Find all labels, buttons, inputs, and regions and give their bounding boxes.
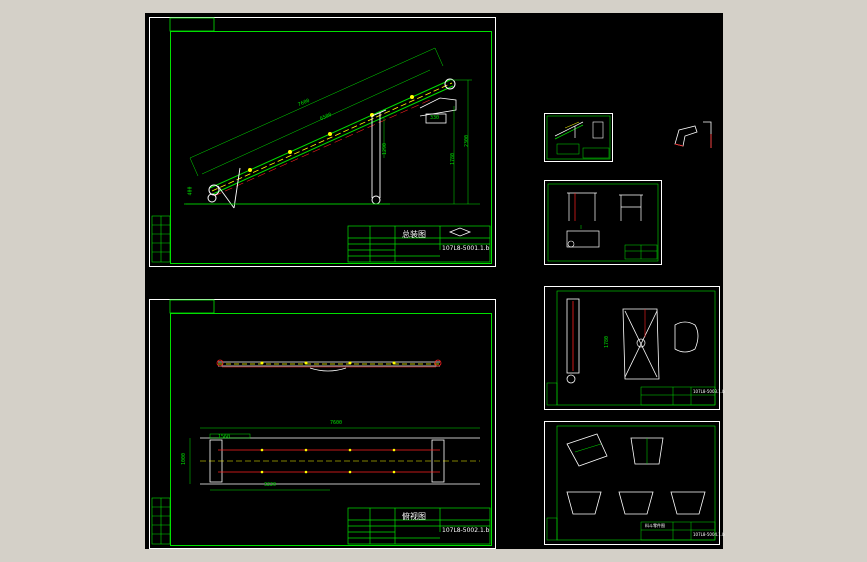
drawing-number: 107L8-5003.1.b <box>693 389 725 394</box>
sheet-top-view: 7600 3220 1000 1560 俯视图 107L8-5002.1.b <box>149 299 496 549</box>
dim-height-2: 1780 <box>450 152 457 166</box>
dim-base-height: 400 <box>187 186 194 196</box>
sheet-title: 总装图 <box>402 230 426 239</box>
dim-width-1: 1290 <box>382 142 389 156</box>
dim-width-3: 330 <box>430 115 440 121</box>
sheet-title: 俯视图 <box>402 512 426 521</box>
sheet-part-views <box>544 180 662 265</box>
sheet-thumbnail-assembly <box>544 113 613 162</box>
sheet-general-assembly: 7600 6500 2300 1780 1290 330 400 总装图 107… <box>149 17 496 267</box>
dim-span: 3220 <box>264 482 277 488</box>
top-view-drawing <box>151 299 491 545</box>
drawing-number: 107L8-5001.1.b <box>442 245 490 252</box>
sheet-title: 料斗零件图 <box>645 523 665 528</box>
rear-wheel <box>371 195 381 205</box>
belt-center-line <box>211 82 453 192</box>
cad-canvas[interactable]: 7600 6500 2300 1780 1290 330 400 总装图 107… <box>145 13 725 549</box>
thumbnail-drawing <box>546 115 611 160</box>
front-wheel <box>207 193 217 203</box>
sheet-frame: 1780 107L8-5003.1.b <box>544 286 725 410</box>
part-views-drawing <box>547 183 659 262</box>
hopper-drawing <box>546 425 716 541</box>
dim-height-2: 1780 <box>604 335 611 349</box>
sheet-hopper: 料斗零件图 107L8-5004.1.b <box>544 421 725 545</box>
bracket-part-view <box>674 121 712 148</box>
drawing-number: 107L8-5002.1.b <box>442 527 490 534</box>
drawing-number: 107L8-5004.1.b <box>693 532 725 537</box>
side-view-drawing <box>151 17 491 263</box>
company-logo <box>448 227 472 237</box>
dim-overall-length: 7600 <box>330 420 343 426</box>
dim-width-2: 1000 <box>181 452 188 466</box>
dim-height-1: 2300 <box>464 134 471 148</box>
dim-bottom-span: 1560 <box>218 434 231 440</box>
